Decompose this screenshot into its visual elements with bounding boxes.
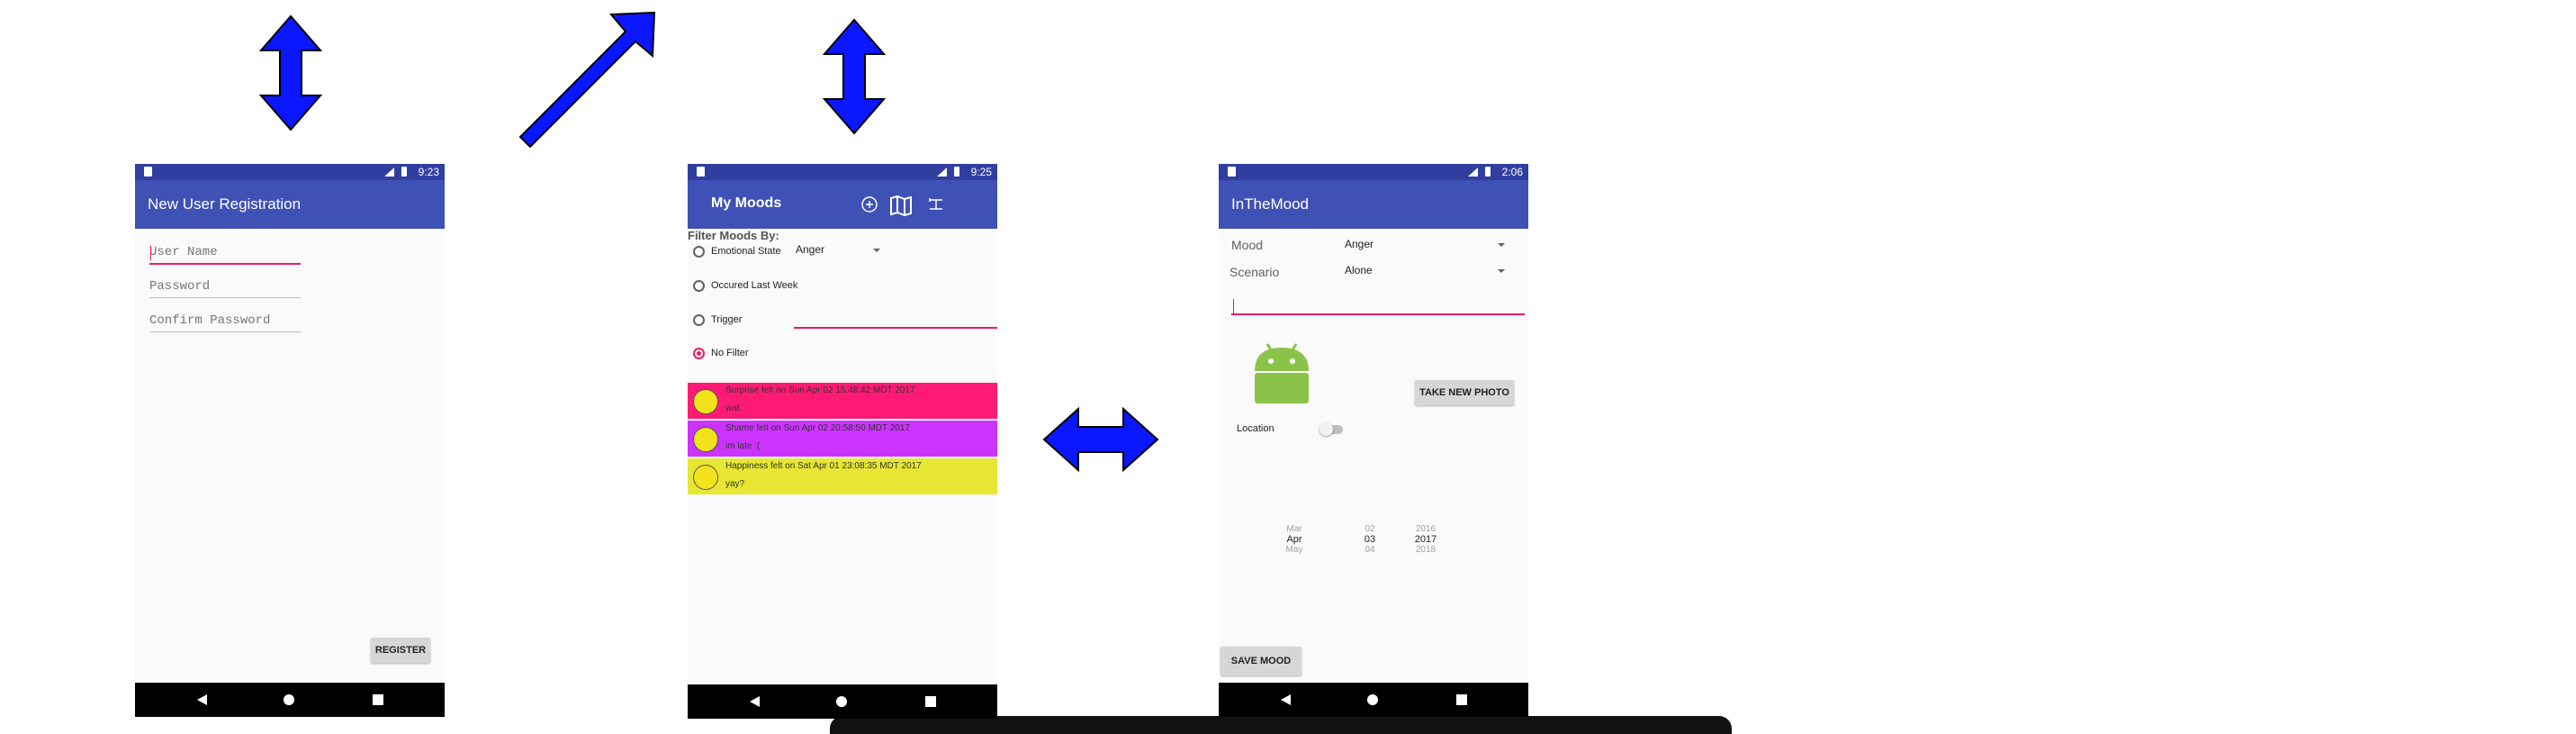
mood-label: Mood xyxy=(1231,238,1264,252)
left-right-arrow-icon xyxy=(1042,407,1159,472)
take-photo-button[interactable]: TAKE NEW PHOTO xyxy=(1415,380,1514,405)
android-robot-icon xyxy=(1255,343,1309,403)
label-occured-last-week: Occured Last Week xyxy=(711,280,798,291)
sd-card-icon xyxy=(697,167,705,177)
app-bar: New User Registration xyxy=(135,180,445,229)
picker-year[interactable]: 2017 xyxy=(1408,534,1444,545)
nav-bar xyxy=(1219,683,1528,717)
chevron-down-icon xyxy=(1498,269,1505,273)
mood-entry-note: wat xyxy=(725,403,740,413)
app-bar: InTheMood xyxy=(1219,180,1528,229)
add-icon[interactable] xyxy=(860,195,878,213)
text-cursor xyxy=(150,246,151,260)
trigger-input[interactable] xyxy=(794,327,997,329)
radio-occured-last-week[interactable] xyxy=(693,280,705,292)
mood-entry-note: yay? xyxy=(725,479,745,489)
picker-day[interactable]: 03 xyxy=(1352,534,1388,545)
emoji-face-icon xyxy=(693,389,718,414)
page-title: New User Registration xyxy=(148,195,302,213)
signal-icon xyxy=(937,168,947,177)
picker-month-next: May xyxy=(1285,545,1303,555)
battery-icon xyxy=(954,167,959,177)
back-icon[interactable] xyxy=(750,696,760,707)
status-bar: 9:23 xyxy=(135,164,445,180)
home-icon[interactable] xyxy=(284,694,294,705)
battery-icon xyxy=(401,167,407,177)
signal-icon xyxy=(1468,168,1478,177)
mood-entry-title: Happiness felt on Sat Apr 01 23:08:35 MD… xyxy=(725,461,922,471)
status-bar: 9:25 xyxy=(688,164,997,180)
status-bar: 2:06 xyxy=(1219,164,1528,180)
up-down-arrow-icon xyxy=(823,18,886,135)
username-field[interactable] xyxy=(149,243,299,261)
chevron-down-icon xyxy=(873,249,880,252)
mood-spinner[interactable]: Anger xyxy=(1345,238,1374,250)
confirm-password-field[interactable] xyxy=(149,312,299,330)
mood-entry-title: Surprise felt on Sun Apr 02 15:48:42 MDT… xyxy=(725,385,915,395)
register-button[interactable]: REGISTER xyxy=(371,638,430,663)
username-underline xyxy=(149,263,301,265)
emotion-spinner[interactable]: Anger xyxy=(796,243,824,256)
password-underline xyxy=(149,297,301,298)
mood-entry-title: Shame felt on Sun Apr 02 20:58:50 MDT 20… xyxy=(725,423,910,433)
signal-icon xyxy=(384,168,394,177)
status-time: 9:23 xyxy=(418,166,439,178)
mood-list-item[interactable]: Happiness felt on Sat Apr 01 23:08:35 MD… xyxy=(688,458,997,494)
picker-year-next: 2018 xyxy=(1415,545,1437,555)
emoji-face-icon xyxy=(693,465,718,490)
mood-list-item[interactable]: Shame felt on Sun Apr 02 20:58:50 MDT 20… xyxy=(688,421,997,457)
app-bar: My Moods xyxy=(688,180,997,229)
my-moods-screen: 9:25 My Moods Filter Moods By: Emotional… xyxy=(688,164,997,719)
diagonal-arrow-icon xyxy=(518,11,656,149)
sd-card-icon xyxy=(1228,167,1236,177)
status-time: 9:25 xyxy=(970,166,992,178)
description-input[interactable] xyxy=(1231,313,1525,315)
back-icon[interactable] xyxy=(1281,694,1291,705)
picker-month-prev: Mar xyxy=(1286,524,1302,534)
location-label: Location xyxy=(1237,423,1274,434)
page-title: My Moods xyxy=(711,195,782,211)
picker-day-prev: 02 xyxy=(1365,524,1375,534)
filter-heading: Filter Moods By: xyxy=(688,229,779,242)
recents-icon[interactable] xyxy=(373,694,383,705)
status-time: 2:06 xyxy=(1501,166,1523,178)
scenario-spinner[interactable]: Alone xyxy=(1345,264,1373,276)
back-icon[interactable] xyxy=(197,694,207,705)
page-title: InTheMood xyxy=(1231,195,1309,213)
picker-year-prev: 2016 xyxy=(1415,524,1437,534)
label-no-filter: No Filter xyxy=(711,348,749,358)
recents-icon[interactable] xyxy=(1456,694,1467,705)
password-field[interactable] xyxy=(149,277,299,295)
sd-card-icon xyxy=(144,167,152,177)
map-icon[interactable] xyxy=(889,195,913,216)
radio-no-filter[interactable] xyxy=(693,348,705,359)
bottom-device-edge xyxy=(830,716,1732,734)
home-icon[interactable] xyxy=(1367,694,1378,705)
confirm-password-underline xyxy=(149,331,301,332)
recents-icon[interactable] xyxy=(925,696,936,707)
nav-bar xyxy=(135,683,445,717)
mood-entry-note: im late :( xyxy=(725,441,761,451)
save-mood-button[interactable]: SAVE MOOD xyxy=(1220,647,1302,675)
battery-icon xyxy=(1485,167,1491,177)
emoji-face-icon xyxy=(693,427,718,452)
registration-screen: 9:23 New User Registration REGISTER xyxy=(135,164,445,717)
chevron-down-icon xyxy=(1498,243,1505,247)
filter-icon[interactable] xyxy=(927,196,945,213)
picker-month[interactable]: Apr xyxy=(1276,534,1312,545)
mood-list: Surprise felt on Sun Apr 02 15:48:42 MDT… xyxy=(688,383,997,494)
up-down-arrow-icon xyxy=(259,14,322,131)
text-cursor xyxy=(1233,299,1234,313)
radio-emotional-state[interactable] xyxy=(693,246,705,258)
label-trigger: Trigger xyxy=(711,314,743,325)
radio-trigger[interactable] xyxy=(693,314,705,326)
label-emotional-state: Emotional State xyxy=(711,246,781,257)
home-icon[interactable] xyxy=(836,696,847,707)
mood-list-item[interactable]: Surprise felt on Sun Apr 02 15:48:42 MDT… xyxy=(688,383,997,419)
scenario-label: Scenario xyxy=(1229,265,1280,279)
add-mood-screen: 2:06 InTheMood Mood Anger Scenario Alone… xyxy=(1219,164,1528,717)
picker-day-next: 04 xyxy=(1365,545,1375,555)
nav-bar xyxy=(688,684,997,719)
location-toggle[interactable] xyxy=(1320,422,1343,436)
